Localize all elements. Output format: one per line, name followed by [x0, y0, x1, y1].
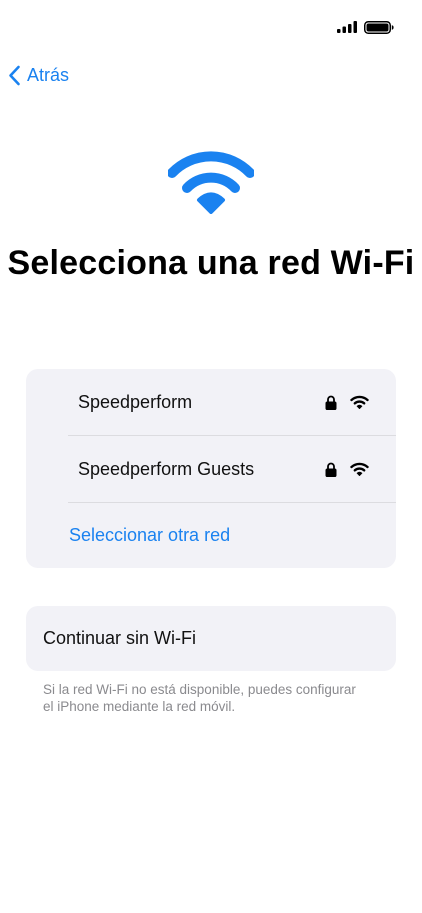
wifi-icon — [168, 151, 254, 214]
lock-icon — [325, 462, 337, 477]
page-title: Selecciona una red Wi-Fi — [7, 244, 415, 282]
network-name: Speedperform Guests — [78, 458, 255, 479]
back-button[interactable]: Atrás — [8, 62, 69, 88]
network-row-speedperform[interactable]: Speedperform — [68, 369, 396, 436]
select-other-network-button[interactable]: Seleccionar otra red — [69, 503, 230, 568]
status-bar — [0, 0, 422, 50]
continue-without-wifi-button[interactable]: Continuar sin Wi-Fi — [26, 606, 396, 671]
wifi-signal-icon — [350, 395, 369, 409]
wifi-signal-icon — [350, 462, 369, 476]
network-name: Speedperform — [78, 391, 193, 412]
back-label: Atrás — [27, 64, 70, 85]
chevron-left-icon — [9, 65, 20, 85]
footer-note: Si la red Wi-Fi no está disponible, pued… — [43, 682, 356, 714]
lock-icon — [325, 395, 337, 410]
continue-without-wifi-label: Continuar sin Wi-Fi — [43, 628, 197, 648]
network-row-speedperform-guests[interactable]: Speedperform Guests — [68, 436, 396, 503]
network-list: Speedperform Speedperform Guests Selecci… — [26, 369, 396, 568]
battery-full-icon — [364, 21, 394, 34]
cellular-signal-icon — [337, 21, 357, 33]
